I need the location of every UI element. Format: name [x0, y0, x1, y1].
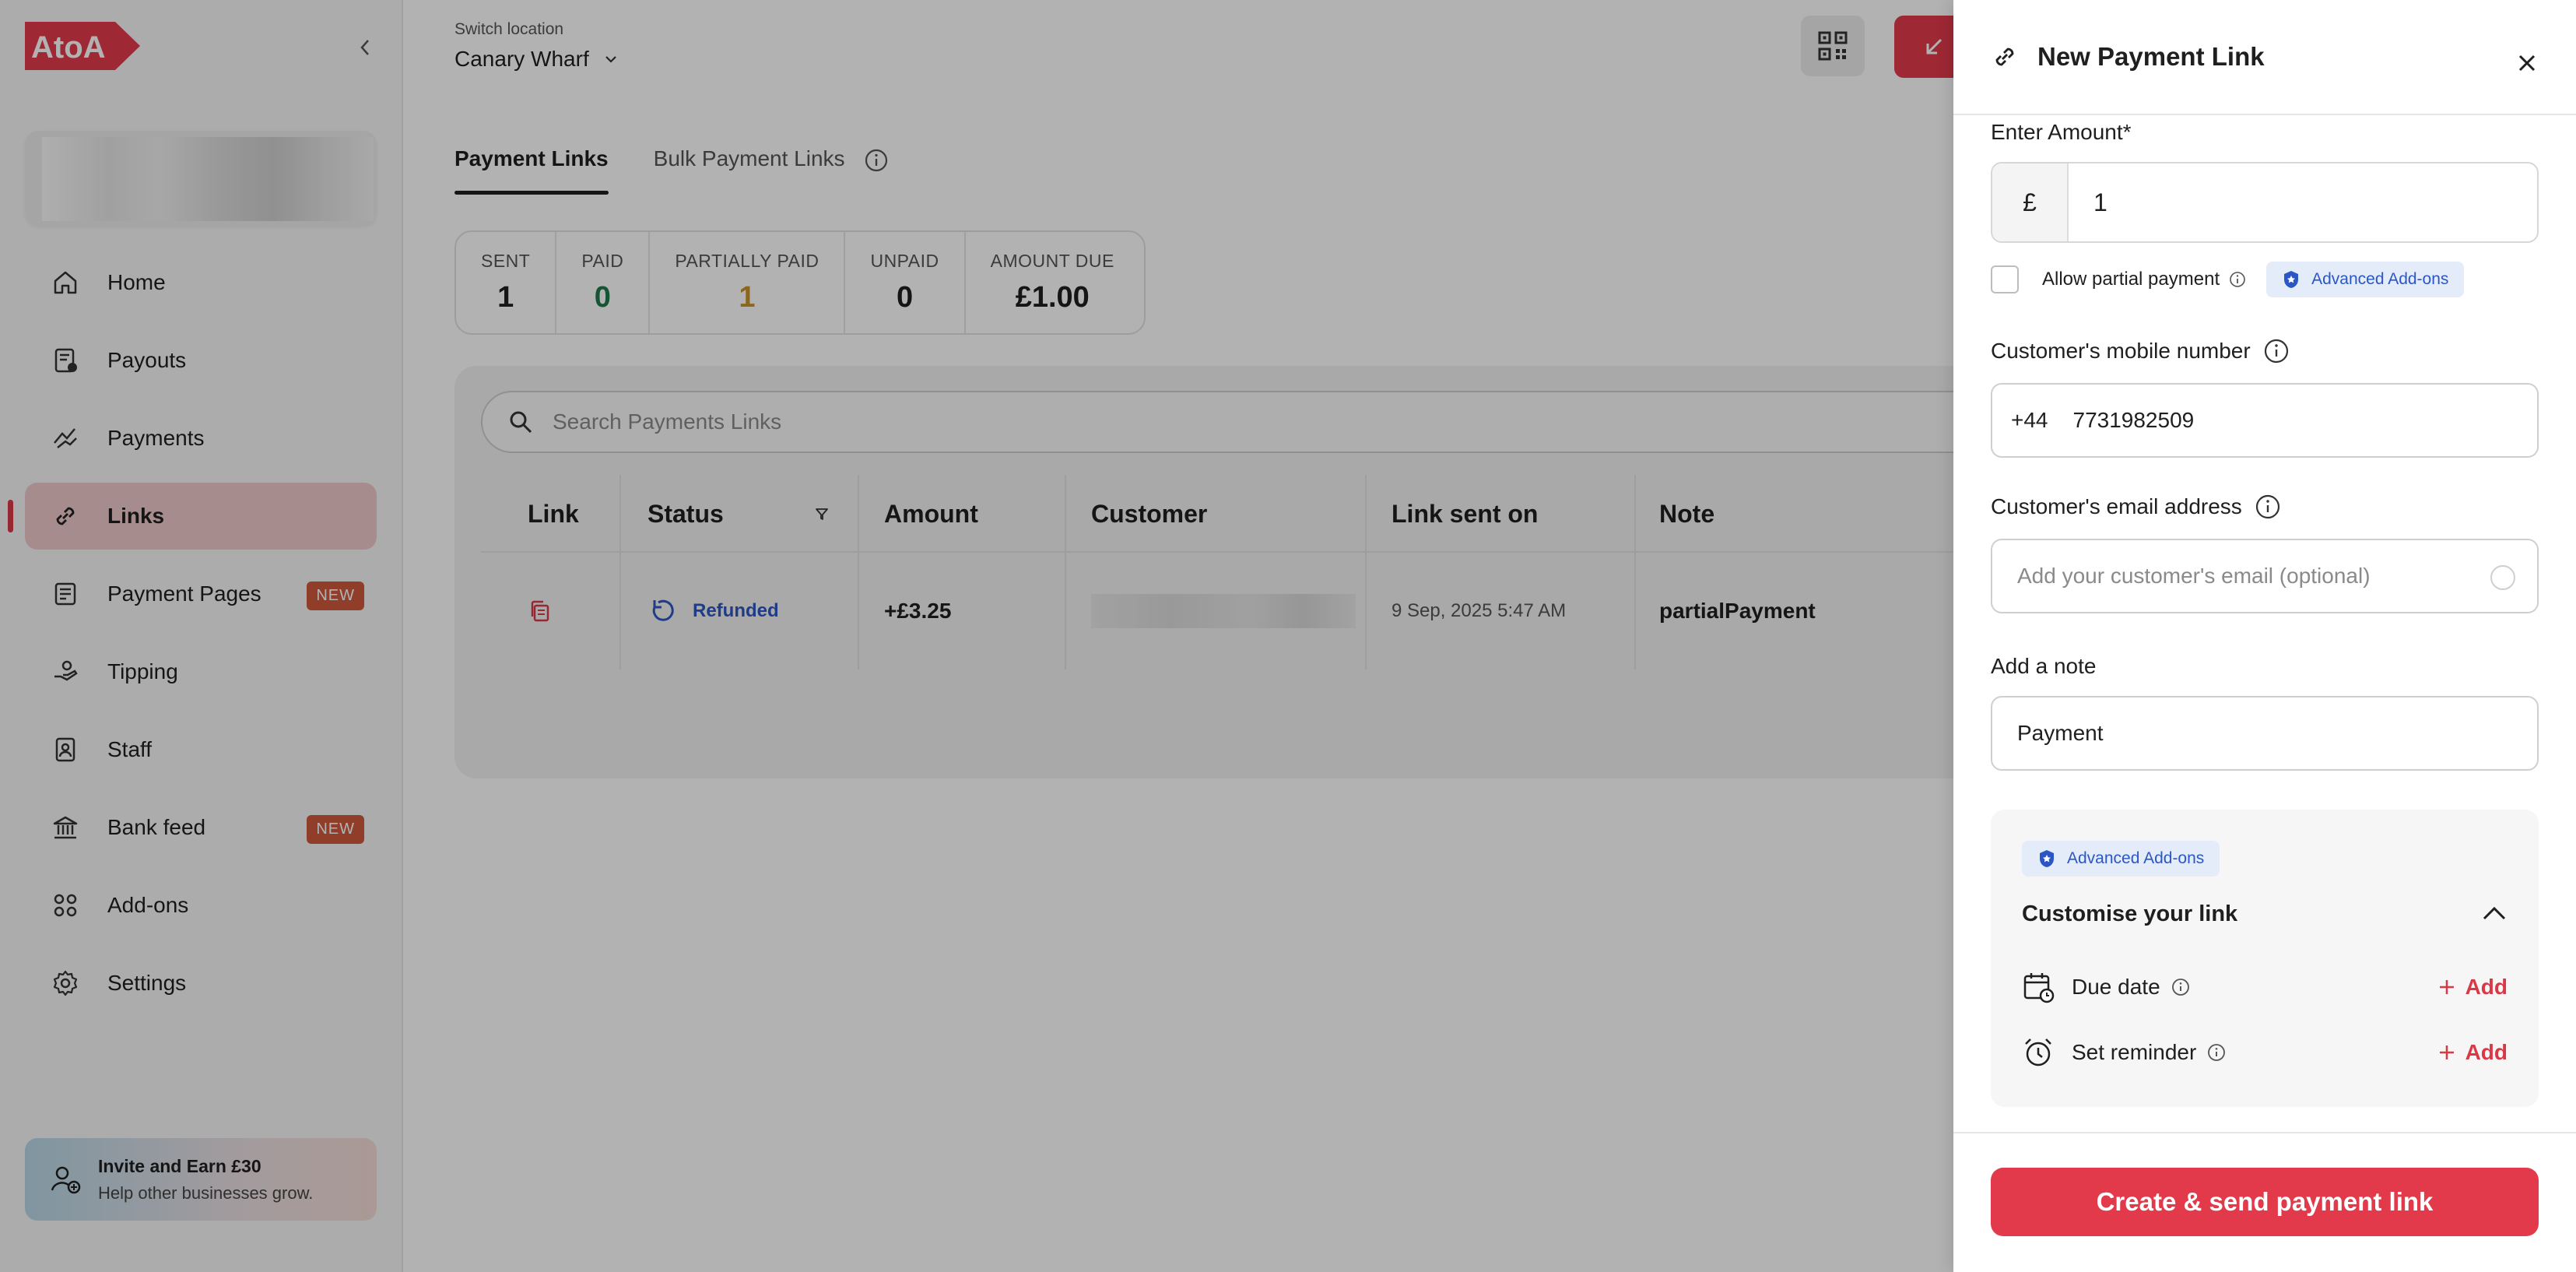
note-value: Payment [2017, 721, 2104, 745]
advanced-addons-badge[interactable]: Advanced Add-ons [2266, 262, 2465, 297]
shield-icon [2040, 850, 2054, 867]
shield-icon [2284, 271, 2299, 288]
due-date-label: Due date [2072, 975, 2160, 999]
phone-country-code[interactable]: +44 [2011, 408, 2048, 433]
add-label: Add [2465, 1040, 2508, 1064]
drawer-footer: Create & send payment link [1953, 1132, 2576, 1272]
add-label: Add [2465, 975, 2508, 999]
info-icon[interactable] [2263, 338, 2290, 364]
plus-icon [2439, 1045, 2454, 1059]
modal-backdrop[interactable] [0, 0, 1953, 1272]
info-icon[interactable] [2255, 494, 2281, 520]
mobile-label: Customer's mobile number [1991, 338, 2290, 364]
mobile-number-value: 7731982509 [2072, 408, 2195, 432]
advanced-addons-badge[interactable]: Advanced Add-ons [2022, 841, 2220, 877]
currency-symbol: £ [1992, 163, 2069, 241]
set-reminder-row: Set reminder Add [2022, 1029, 2508, 1076]
close-button[interactable] [2514, 50, 2540, 76]
set-reminder-label: Set reminder [2072, 1040, 2197, 1064]
email-label-text: Customer's email address [1991, 494, 2242, 518]
addon-label: Advanced Add-ons [2067, 849, 2205, 867]
amount-field[interactable]: £ 1 [1991, 162, 2539, 243]
chevron-up-icon[interactable] [2481, 905, 2508, 922]
new-payment-link-drawer: New Payment Link Enter Amount* £ 1 Allow… [1953, 0, 2576, 1272]
customise-link-card: Advanced Add-ons Customise your link Due… [1991, 810, 2539, 1107]
due-date-row: Due date Add [2022, 964, 2508, 1010]
mobile-number-field[interactable]: +44 7731982509 [1991, 383, 2539, 458]
add-reminder-button[interactable]: Add [2437, 1040, 2508, 1065]
info-icon[interactable] [2207, 1043, 2226, 1062]
info-icon[interactable] [2229, 271, 2246, 288]
note-field[interactable]: Payment [1991, 696, 2539, 771]
partial-payment-label: Allow partial payment [2042, 269, 2220, 290]
create-send-button[interactable]: Create & send payment link [1991, 1168, 2539, 1236]
alarm-clock-icon [2025, 1038, 2051, 1066]
add-due-date-button[interactable]: Add [2437, 975, 2508, 1000]
calendar-clock-icon [2023, 973, 2055, 1003]
amount-label: Enter Amount* [1991, 120, 2132, 144]
email-placeholder: Add your customer's email (optional) [2017, 564, 2371, 588]
addon-label: Advanced Add-ons [2311, 270, 2449, 288]
plus-icon [2439, 980, 2454, 994]
email-label: Customer's email address [1991, 494, 2281, 520]
info-icon[interactable] [2171, 978, 2190, 996]
email-field[interactable]: Add your customer's email (optional) [1991, 539, 2539, 613]
drawer-title: New Payment Link [2037, 42, 2265, 71]
loading-spinner-icon [2490, 565, 2515, 590]
partial-payment-row: Allow partial payment Advanced Add-ons [1991, 262, 2465, 297]
note-label: Add a note [1991, 654, 2097, 678]
link-icon [1995, 47, 2014, 66]
drawer-header: New Payment Link [1953, 0, 2576, 115]
customise-title: Customise your link [2022, 901, 2238, 926]
amount-input-value: 1 [2093, 188, 2107, 216]
mobile-label-text: Customer's mobile number [1991, 339, 2251, 363]
partial-payment-checkbox[interactable] [1991, 265, 2019, 293]
close-icon [2518, 54, 2536, 72]
